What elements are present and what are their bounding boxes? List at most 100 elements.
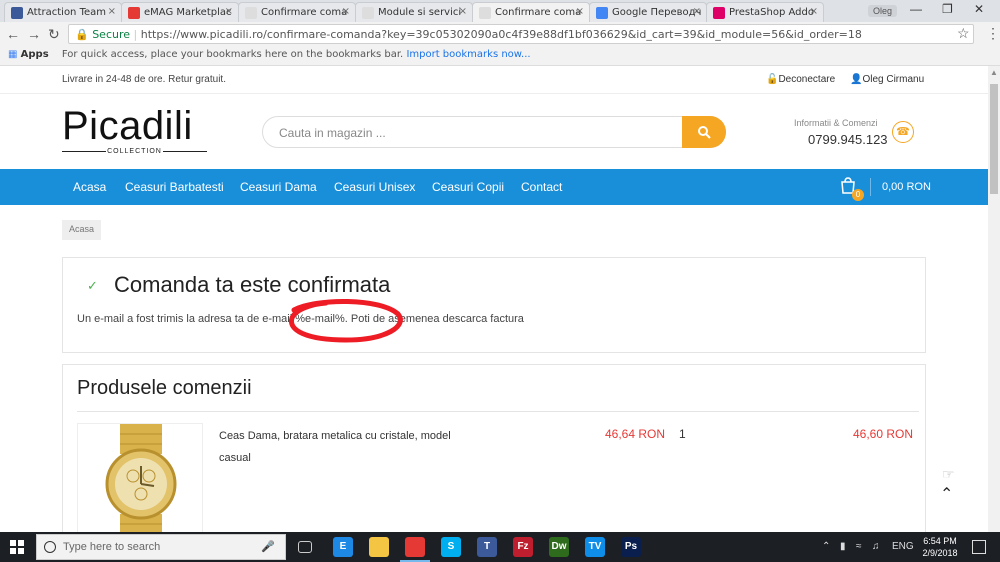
- microphone-icon[interactable]: 🎤: [261, 540, 275, 553]
- close-window-icon[interactable]: ✕: [974, 2, 984, 16]
- user-link[interactable]: 👤Oleg Cirmanu: [850, 74, 924, 85]
- tab-favicon-icon: [596, 7, 608, 19]
- breadcrumb: Acasa: [62, 220, 102, 240]
- contact-phone: 0799.945.123: [808, 132, 888, 147]
- cart-total[interactable]: 0,00 RON: [882, 181, 931, 193]
- order-confirmation-box: ✓ Comanda ta este confirmata Un e-mail a…: [62, 257, 926, 353]
- confirmation-title: Comanda ta este confirmata: [114, 272, 391, 297]
- url-input[interactable]: 🔒 Secure | https://www.picadili.ro/confi…: [68, 24, 974, 44]
- clock-time: 6:54 PM: [923, 536, 957, 546]
- nav-item-ceasuri-unisex[interactable]: Ceasuri Unisex: [334, 180, 415, 194]
- taskbar-app-icon[interactable]: E: [333, 537, 353, 557]
- watch-image: [105, 424, 177, 532]
- products-title: Produsele comenzii: [77, 377, 252, 399]
- scrollbar-thumb[interactable]: [990, 84, 998, 194]
- taskbar-app-icon[interactable]: Fz: [513, 537, 533, 557]
- hand-pointer-icon: ☞: [942, 466, 955, 482]
- browser-tab[interactable]: Confirmare coma ×: [238, 2, 356, 22]
- taskbar-app-icon[interactable]: TV: [585, 537, 605, 557]
- notifications-icon[interactable]: [972, 540, 986, 554]
- maximize-icon[interactable]: ❐: [942, 2, 953, 16]
- tab-close-icon[interactable]: ×: [459, 6, 467, 17]
- bookmarks-bar: ▦ Apps For quick access, place your book…: [0, 46, 1000, 66]
- tab-close-icon[interactable]: ×: [693, 6, 701, 17]
- browser-tab-bar: Attraction Team × eMAG Marketplac × Confirma…: [0, 0, 1000, 22]
- lock-icon: 🔓: [766, 74, 779, 85]
- search-button[interactable]: [682, 116, 726, 148]
- tab-title: Attraction Team: [27, 7, 107, 18]
- main-nav: Acasa Ceasuri Barbatesti Ceasuri Dama Ce…: [0, 169, 988, 205]
- scroll-to-top-icon[interactable]: ⌃: [940, 484, 953, 504]
- logout-link[interactable]: 🔓Deconectare: [766, 74, 835, 85]
- taskbar-app-icon[interactable]: S: [441, 537, 461, 557]
- page-viewport: Livrare in 24-48 de ore. Retur gratuit. …: [0, 66, 988, 532]
- lock-icon: 🔒: [75, 28, 89, 41]
- tab-close-icon[interactable]: ×: [342, 6, 350, 17]
- nav-item-ceasuri-dama[interactable]: Ceasuri Dama: [240, 180, 317, 194]
- profile-chip[interactable]: Oleg: [868, 5, 898, 17]
- tab-close-icon[interactable]: ×: [108, 6, 116, 17]
- browser-tab[interactable]: Module si servici ×: [355, 2, 473, 22]
- tray-chevron-icon[interactable]: ⌃: [822, 541, 830, 552]
- search-input[interactable]: [279, 123, 679, 143]
- page-scrollbar[interactable]: ▲: [988, 66, 1000, 532]
- tab-title: Google Переводч: [612, 7, 702, 18]
- browser-tab[interactable]: Confirmare coma ×: [472, 2, 590, 22]
- taskbar-app-icon[interactable]: [405, 537, 425, 557]
- tab-title: Module si servici: [378, 7, 462, 18]
- menu-icon[interactable]: ⋮: [986, 25, 1000, 42]
- battery-icon[interactable]: ▮: [840, 541, 846, 552]
- phone-icon[interactable]: ☎: [892, 121, 914, 143]
- breadcrumb-home-link[interactable]: Acasa: [69, 224, 94, 234]
- windows-start-icon[interactable]: [10, 540, 24, 554]
- tab-title: Confirmare coma: [495, 7, 582, 18]
- browser-tab[interactable]: PrestaShop Addo ×: [706, 2, 824, 22]
- nav-item-contact[interactable]: Contact: [521, 180, 562, 194]
- nav-item-ceasuri-barbatesti[interactable]: Ceasuri Barbatesti: [125, 180, 224, 194]
- scroll-up-icon[interactable]: ▲: [990, 68, 998, 77]
- bookmark-star-icon[interactable]: ☆: [957, 25, 970, 42]
- secure-label: Secure: [92, 28, 131, 41]
- minimize-icon[interactable]: —: [910, 2, 922, 16]
- taskbar-app-icon[interactable]: [369, 537, 389, 557]
- product-unit-price: 46,64 RON: [605, 427, 666, 441]
- tab-close-icon[interactable]: ×: [225, 6, 233, 17]
- back-icon[interactable]: ←: [6, 26, 20, 42]
- wifi-icon[interactable]: ≈: [856, 541, 862, 552]
- shipping-note: Livrare in 24-48 de ore. Retur gratuit.: [62, 74, 226, 85]
- taskbar-clock[interactable]: 6:54 PM 2/9/2018: [918, 535, 962, 559]
- taskbar-app-icon[interactable]: T: [477, 537, 497, 557]
- nav-item-acasa[interactable]: Acasa: [73, 180, 106, 194]
- search-icon: [698, 126, 711, 139]
- cart-divider: [870, 178, 871, 196]
- site-header: Picadili COLLECTION Informatii & Comenzi…: [0, 94, 988, 169]
- products-divider: [77, 411, 919, 412]
- forward-icon[interactable]: →: [27, 26, 41, 42]
- browser-tab[interactable]: Attraction Team ×: [4, 2, 122, 22]
- site-logo[interactable]: Picadili: [62, 106, 193, 146]
- import-bookmarks-link[interactable]: Import bookmarks now...: [406, 49, 530, 60]
- nav-item-ceasuri-copii[interactable]: Ceasuri Copii: [432, 180, 504, 194]
- product-total-price: 46,60 RON: [853, 427, 914, 441]
- task-view-icon[interactable]: [298, 541, 312, 553]
- product-image[interactable]: [77, 423, 203, 532]
- apps-link[interactable]: Apps: [21, 49, 49, 60]
- taskbar-search-input[interactable]: Type here to search 🎤: [36, 534, 286, 560]
- contact-label: Informatii & Comenzi: [794, 118, 878, 128]
- reload-icon[interactable]: ↻: [48, 26, 60, 43]
- apps-grid-icon[interactable]: ▦: [8, 49, 17, 60]
- tab-close-icon[interactable]: ×: [810, 6, 818, 17]
- tab-close-icon[interactable]: ×: [576, 6, 584, 17]
- volume-icon[interactable]: ♫: [872, 541, 880, 552]
- browser-tab[interactable]: eMAG Marketplac ×: [121, 2, 239, 22]
- search-box: [262, 116, 726, 148]
- cart-count-badge: 0: [852, 189, 864, 201]
- taskbar-app-icon[interactable]: Ps: [621, 537, 641, 557]
- tab-favicon-icon: [245, 7, 257, 19]
- language-indicator[interactable]: ENG: [892, 541, 914, 552]
- product-name[interactable]: Ceas Dama, bratara metalica cu cristale,…: [219, 425, 479, 469]
- tab-title: Confirmare coma: [261, 7, 348, 18]
- browser-tab[interactable]: Google Переводч ×: [589, 2, 707, 22]
- taskbar-app-icon[interactable]: Dw: [549, 537, 569, 557]
- product-quantity: 1: [679, 427, 686, 441]
